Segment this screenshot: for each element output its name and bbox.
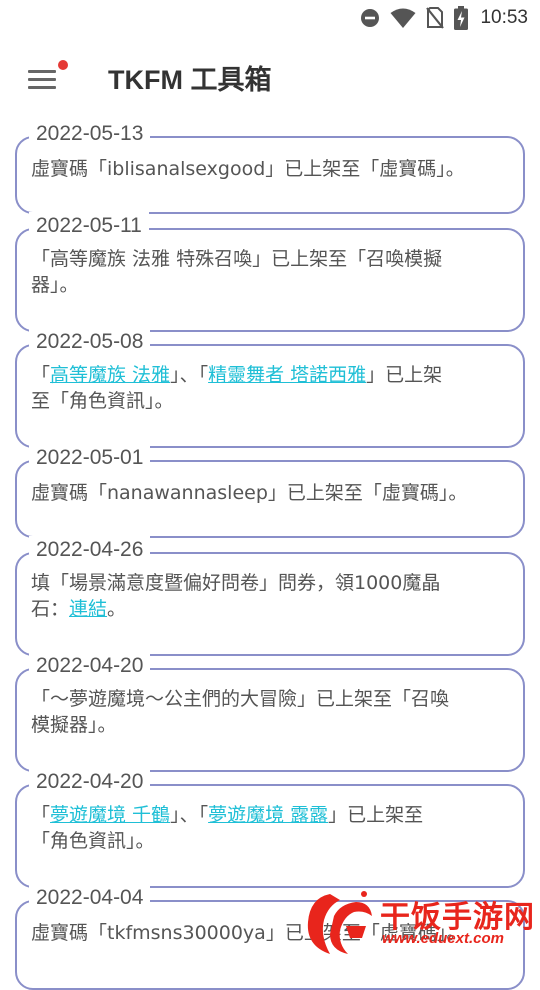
news-text-segment: 「 (31, 364, 51, 386)
watermark-url: www.eduext.com (382, 930, 504, 947)
news-date: 2022-04-20 (29, 768, 151, 796)
news-text-segment: 模擬器」。 (31, 714, 117, 736)
news-item: 「高等魔族 法雅」、「精靈舞者 塔諾西雅」已上架至「角色資訊」。 2022-05-… (15, 328, 525, 448)
menu-button[interactable] (22, 60, 68, 96)
news-link[interactable]: 夢遊魔境 露露 (208, 804, 328, 826)
dnd-icon (361, 9, 380, 27)
hamburger-menu-icon-bar-2 (28, 78, 56, 81)
status-bar: 10:53 (0, 0, 540, 36)
hamburger-menu-icon (28, 70, 56, 73)
news-text-segment: 。 (107, 598, 127, 620)
status-icons: 10:53 (360, 4, 528, 32)
news-text: 虛寶碼「iblisanalsexgood」已上架至「虛寶碼」。 (31, 156, 509, 182)
news-text-segment: 虛寶碼「iblisanalsexgood」已上架至「虛寶碼」。 (31, 158, 465, 180)
status-clock: 10:53 (480, 7, 528, 28)
news-text-segment: 」已上架至 (328, 804, 424, 826)
news-date: 2022-04-26 (29, 536, 151, 564)
news-text: 「〜夢遊魔境〜公主們的大冒險」已上架至「召喚 模擬器」。 (31, 686, 509, 738)
news-text: 「高等魔族 法雅 特殊召喚」已上架至「召喚模擬 器」。 (31, 246, 509, 298)
news-card: 「〜夢遊魔境〜公主們的大冒險」已上架至「召喚 模擬器」。 (15, 668, 525, 772)
news-text-segment: 石： (31, 598, 70, 620)
news-date: 2022-04-04 (29, 884, 151, 912)
news-text-segment: 」、「 (170, 364, 209, 386)
news-date: 2022-05-01 (29, 444, 151, 472)
news-text-segment: 」已上架 (366, 364, 443, 386)
news-text-segment: 器」。 (31, 274, 79, 296)
no-sim-icon (426, 7, 445, 29)
news-text-segment: 「〜夢遊魔境〜公主們的大冒險」已上架至「召喚 (31, 688, 450, 710)
watermark-logo-icon (307, 891, 372, 954)
app-bar: TKFM 工具箱 (0, 36, 540, 120)
news-text: 虛寶碼「nanawannasleep」已上架至「虛寶碼」。 (31, 480, 509, 506)
battery-charging-icon (454, 6, 469, 30)
news-date: 2022-05-11 (29, 212, 149, 240)
news-card: 填「場景滿意度暨偏好問卷」問券，領1000魔晶 石：連結。 (15, 552, 525, 656)
news-text-segment: 填「場景滿意度暨偏好問卷」問券，領1000魔晶 (31, 572, 441, 594)
notification-dot (58, 60, 68, 70)
news-item: 虛寶碼「iblisanalsexgood」已上架至「虛寶碼」。 2022-05-1… (15, 120, 525, 214)
news-item: 「夢遊魔境 千鶴」、「夢遊魔境 露露」已上架至「角色資訊」。 2022-04-20 (15, 768, 525, 888)
page-title: TKFM 工具箱 (108, 65, 272, 95)
news-text-segment: 」、「 (170, 804, 209, 826)
news-item: 「高等魔族 法雅 特殊召喚」已上架至「召喚模擬 器」。 2022-05-11 (15, 212, 525, 332)
news-card: 「夢遊魔境 千鶴」、「夢遊魔境 露露」已上架至「角色資訊」。 (15, 784, 525, 888)
news-card: 「高等魔族 法雅」、「精靈舞者 塔諾西雅」已上架至「角色資訊」。 (15, 344, 525, 448)
news-item: 填「場景滿意度暨偏好問卷」問券，領1000魔晶 石：連結。 2022-04-26 (15, 536, 525, 656)
news-text-segment: 「角色資訊」。 (31, 830, 155, 852)
news-text: 「夢遊魔境 千鶴」、「夢遊魔境 露露」已上架至「角色資訊」。 (31, 802, 509, 854)
news-link[interactable]: 精靈舞者 塔諾西雅 (208, 364, 366, 386)
news-item: 虛寶碼「nanawannasleep」已上架至「虛寶碼」。 2022-05-01 (15, 444, 525, 538)
news-link[interactable]: 高等魔族 法雅 (50, 364, 170, 386)
news-card: 「高等魔族 法雅 特殊召喚」已上架至「召喚模擬 器」。 (15, 228, 525, 332)
news-date: 2022-05-13 (29, 120, 151, 148)
news-text-segment: 至「角色資訊」。 (31, 390, 174, 412)
news-text: 「高等魔族 法雅」、「精靈舞者 塔諾西雅」已上架至「角色資訊」。 (31, 362, 509, 414)
news-text: 填「場景滿意度暨偏好問卷」問券，領1000魔晶 石：連結。 (31, 570, 509, 622)
hamburger-menu-icon-bar-3 (28, 86, 56, 89)
news-date: 2022-04-20 (29, 652, 151, 680)
news-link[interactable]: 連結 (69, 598, 107, 620)
news-text-segment: 「 (31, 804, 51, 826)
wifi-icon (390, 8, 416, 28)
watermark: 干饭手游网 www.eduext.com (300, 886, 540, 960)
news-date: 2022-05-08 (29, 328, 151, 356)
news-text-segment: 虛寶碼「nanawannasleep」已上架至「虛寶碼」。 (31, 482, 468, 504)
news-link[interactable]: 夢遊魔境 千鶴 (50, 804, 170, 826)
news-item: 「〜夢遊魔境〜公主們的大冒險」已上架至「召喚 模擬器」。 2022-04-20 (15, 652, 525, 772)
news-text-segment: 「高等魔族 法雅 特殊召喚」已上架至「召喚模擬 (31, 248, 443, 270)
